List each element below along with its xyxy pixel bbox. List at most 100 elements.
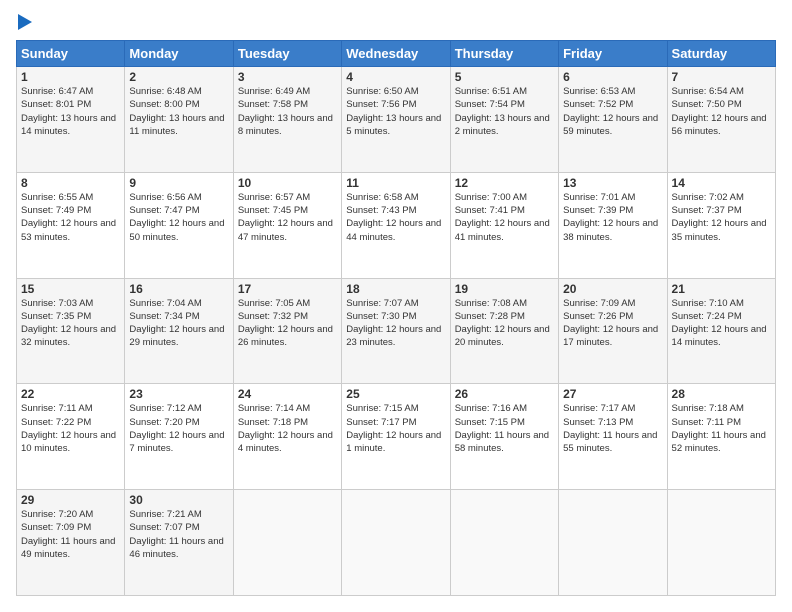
table-row xyxy=(667,490,775,596)
table-row: 19Sunrise: 7:08 AMSunset: 7:28 PMDayligh… xyxy=(450,278,558,384)
day-info: Sunrise: 7:15 AMSunset: 7:17 PMDaylight:… xyxy=(346,403,441,454)
day-number: 8 xyxy=(21,176,120,190)
page: Sunday Monday Tuesday Wednesday Thursday… xyxy=(0,0,792,612)
day-info: Sunrise: 7:05 AMSunset: 7:32 PMDaylight:… xyxy=(238,298,333,349)
day-info: Sunrise: 7:16 AMSunset: 7:15 PMDaylight:… xyxy=(455,403,549,454)
day-info: Sunrise: 7:08 AMSunset: 7:28 PMDaylight:… xyxy=(455,298,550,349)
day-number: 21 xyxy=(672,282,771,296)
table-row: 25 Sunrise: 7:15 AMSunset: 7:17 PMDayligh… xyxy=(342,384,450,490)
table-row: 9 Sunrise: 6:56 AMSunset: 7:47 PMDaylight… xyxy=(125,172,233,278)
table-row: 26 Sunrise: 7:16 AMSunset: 7:15 PMDayligh… xyxy=(450,384,558,490)
table-row: 7 Sunrise: 6:54 AMSunset: 7:50 PMDaylight… xyxy=(667,67,775,173)
table-row: 6 Sunrise: 6:53 AMSunset: 7:52 PMDaylight… xyxy=(559,67,667,173)
table-row: 29 Sunrise: 7:20 AMSunset: 7:09 PMDayligh… xyxy=(17,490,125,596)
day-number: 20 xyxy=(563,282,662,296)
col-saturday: Saturday xyxy=(667,41,775,67)
day-info: Sunrise: 7:17 AMSunset: 7:13 PMDaylight:… xyxy=(563,403,657,454)
day-info: Sunrise: 7:01 AMSunset: 7:39 PMDaylight:… xyxy=(563,192,658,243)
table-row: 11 Sunrise: 6:58 AMSunset: 7:43 PMDayligh… xyxy=(342,172,450,278)
day-info: Sunrise: 7:07 AMSunset: 7:30 PMDaylight:… xyxy=(346,298,441,349)
day-number: 30 xyxy=(129,493,228,507)
day-info: Sunrise: 7:03 AMSunset: 7:35 PMDaylight:… xyxy=(21,298,116,349)
day-info: Sunrise: 6:48 AMSunset: 8:00 PMDaylight:… xyxy=(129,86,224,137)
day-info: Sunrise: 6:54 AMSunset: 7:50 PMDaylight:… xyxy=(672,86,767,137)
table-row: 28 Sunrise: 7:18 AMSunset: 7:11 PMDayligh… xyxy=(667,384,775,490)
table-row: 8 Sunrise: 6:55 AMSunset: 7:49 PMDaylight… xyxy=(17,172,125,278)
day-number: 16 xyxy=(129,282,228,296)
table-row: 10 Sunrise: 6:57 AMSunset: 7:45 PMDayligh… xyxy=(233,172,341,278)
calendar-table: Sunday Monday Tuesday Wednesday Thursday… xyxy=(16,40,776,596)
day-number: 5 xyxy=(455,70,554,84)
table-row: 23 Sunrise: 7:12 AMSunset: 7:20 PMDayligh… xyxy=(125,384,233,490)
day-number: 28 xyxy=(672,387,771,401)
col-thursday: Thursday xyxy=(450,41,558,67)
calendar-week-row: 8 Sunrise: 6:55 AMSunset: 7:49 PMDaylight… xyxy=(17,172,776,278)
day-number: 24 xyxy=(238,387,337,401)
day-info: Sunrise: 6:51 AMSunset: 7:54 PMDaylight:… xyxy=(455,86,550,137)
table-row: 12 Sunrise: 7:00 AMSunset: 7:41 PMDayligh… xyxy=(450,172,558,278)
day-number: 18 xyxy=(346,282,445,296)
calendar-week-row: 1 Sunrise: 6:47 AMSunset: 8:01 PMDaylight… xyxy=(17,67,776,173)
day-info: Sunrise: 7:18 AMSunset: 7:11 PMDaylight:… xyxy=(672,403,766,454)
table-row: 24 Sunrise: 7:14 AMSunset: 7:18 PMDayligh… xyxy=(233,384,341,490)
table-row: 14Sunrise: 7:02 AMSunset: 7:37 PMDayligh… xyxy=(667,172,775,278)
day-number: 2 xyxy=(129,70,228,84)
day-info: Sunrise: 7:14 AMSunset: 7:18 PMDaylight:… xyxy=(238,403,333,454)
table-row: 2 Sunrise: 6:48 AMSunset: 8:00 PMDaylight… xyxy=(125,67,233,173)
table-row: 30 Sunrise: 7:21 AMSunset: 7:07 PMDayligh… xyxy=(125,490,233,596)
day-info: Sunrise: 6:55 AMSunset: 7:49 PMDaylight:… xyxy=(21,192,116,243)
day-info: Sunrise: 7:12 AMSunset: 7:20 PMDaylight:… xyxy=(129,403,224,454)
day-number: 27 xyxy=(563,387,662,401)
logo xyxy=(16,16,32,30)
day-info: Sunrise: 7:09 AMSunset: 7:26 PMDaylight:… xyxy=(563,298,658,349)
day-number: 29 xyxy=(21,493,120,507)
day-info: Sunrise: 7:20 AMSunset: 7:09 PMDaylight:… xyxy=(21,509,115,560)
day-info: Sunrise: 6:56 AMSunset: 7:47 PMDaylight:… xyxy=(129,192,224,243)
table-row: 20 Sunrise: 7:09 AMSunset: 7:26 PMDayligh… xyxy=(559,278,667,384)
table-row: 15Sunrise: 7:03 AMSunset: 7:35 PMDayligh… xyxy=(17,278,125,384)
day-info: Sunrise: 7:10 AMSunset: 7:24 PMDaylight:… xyxy=(672,298,767,349)
day-info: Sunrise: 7:02 AMSunset: 7:37 PMDaylight:… xyxy=(672,192,767,243)
logo-arrow-icon xyxy=(18,14,32,30)
header xyxy=(16,16,776,30)
table-row: 22 Sunrise: 7:11 AMSunset: 7:22 PMDayligh… xyxy=(17,384,125,490)
table-row: 18 Sunrise: 7:07 AMSunset: 7:30 PMDayligh… xyxy=(342,278,450,384)
table-row: 3 Sunrise: 6:49 AMSunset: 7:58 PMDaylight… xyxy=(233,67,341,173)
day-number: 9 xyxy=(129,176,228,190)
day-info: Sunrise: 6:58 AMSunset: 7:43 PMDaylight:… xyxy=(346,192,441,243)
day-number: 26 xyxy=(455,387,554,401)
table-row xyxy=(450,490,558,596)
day-number: 11 xyxy=(346,176,445,190)
day-info: Sunrise: 6:57 AMSunset: 7:45 PMDaylight:… xyxy=(238,192,333,243)
day-number: 4 xyxy=(346,70,445,84)
table-row: 16Sunrise: 7:04 AMSunset: 7:34 PMDayligh… xyxy=(125,278,233,384)
col-friday: Friday xyxy=(559,41,667,67)
day-info: Sunrise: 6:53 AMSunset: 7:52 PMDaylight:… xyxy=(563,86,658,137)
day-number: 10 xyxy=(238,176,337,190)
table-row: 4Sunrise: 6:50 AMSunset: 7:56 PMDaylight… xyxy=(342,67,450,173)
day-number: 23 xyxy=(129,387,228,401)
day-number: 22 xyxy=(21,387,120,401)
day-number: 12 xyxy=(455,176,554,190)
day-number: 25 xyxy=(346,387,445,401)
day-info: Sunrise: 6:49 AMSunset: 7:58 PMDaylight:… xyxy=(238,86,333,137)
day-info: Sunrise: 7:21 AMSunset: 7:07 PMDaylight:… xyxy=(129,509,223,560)
day-number: 7 xyxy=(672,70,771,84)
table-row: 13Sunrise: 7:01 AMSunset: 7:39 PMDayligh… xyxy=(559,172,667,278)
day-info: Sunrise: 7:00 AMSunset: 7:41 PMDaylight:… xyxy=(455,192,550,243)
table-row: 21 Sunrise: 7:10 AMSunset: 7:24 PMDayligh… xyxy=(667,278,775,384)
day-number: 17 xyxy=(238,282,337,296)
calendar-header-row: Sunday Monday Tuesday Wednesday Thursday… xyxy=(17,41,776,67)
day-number: 3 xyxy=(238,70,337,84)
table-row: 5 Sunrise: 6:51 AMSunset: 7:54 PMDaylight… xyxy=(450,67,558,173)
table-row xyxy=(559,490,667,596)
day-info: Sunrise: 6:47 AMSunset: 8:01 PMDaylight:… xyxy=(21,86,116,137)
day-number: 6 xyxy=(563,70,662,84)
day-number: 1 xyxy=(21,70,120,84)
day-info: Sunrise: 7:11 AMSunset: 7:22 PMDaylight:… xyxy=(21,403,116,454)
col-sunday: Sunday xyxy=(17,41,125,67)
table-row xyxy=(342,490,450,596)
calendar-week-row: 29 Sunrise: 7:20 AMSunset: 7:09 PMDayligh… xyxy=(17,490,776,596)
col-wednesday: Wednesday xyxy=(342,41,450,67)
table-row: 27 Sunrise: 7:17 AMSunset: 7:13 PMDayligh… xyxy=(559,384,667,490)
